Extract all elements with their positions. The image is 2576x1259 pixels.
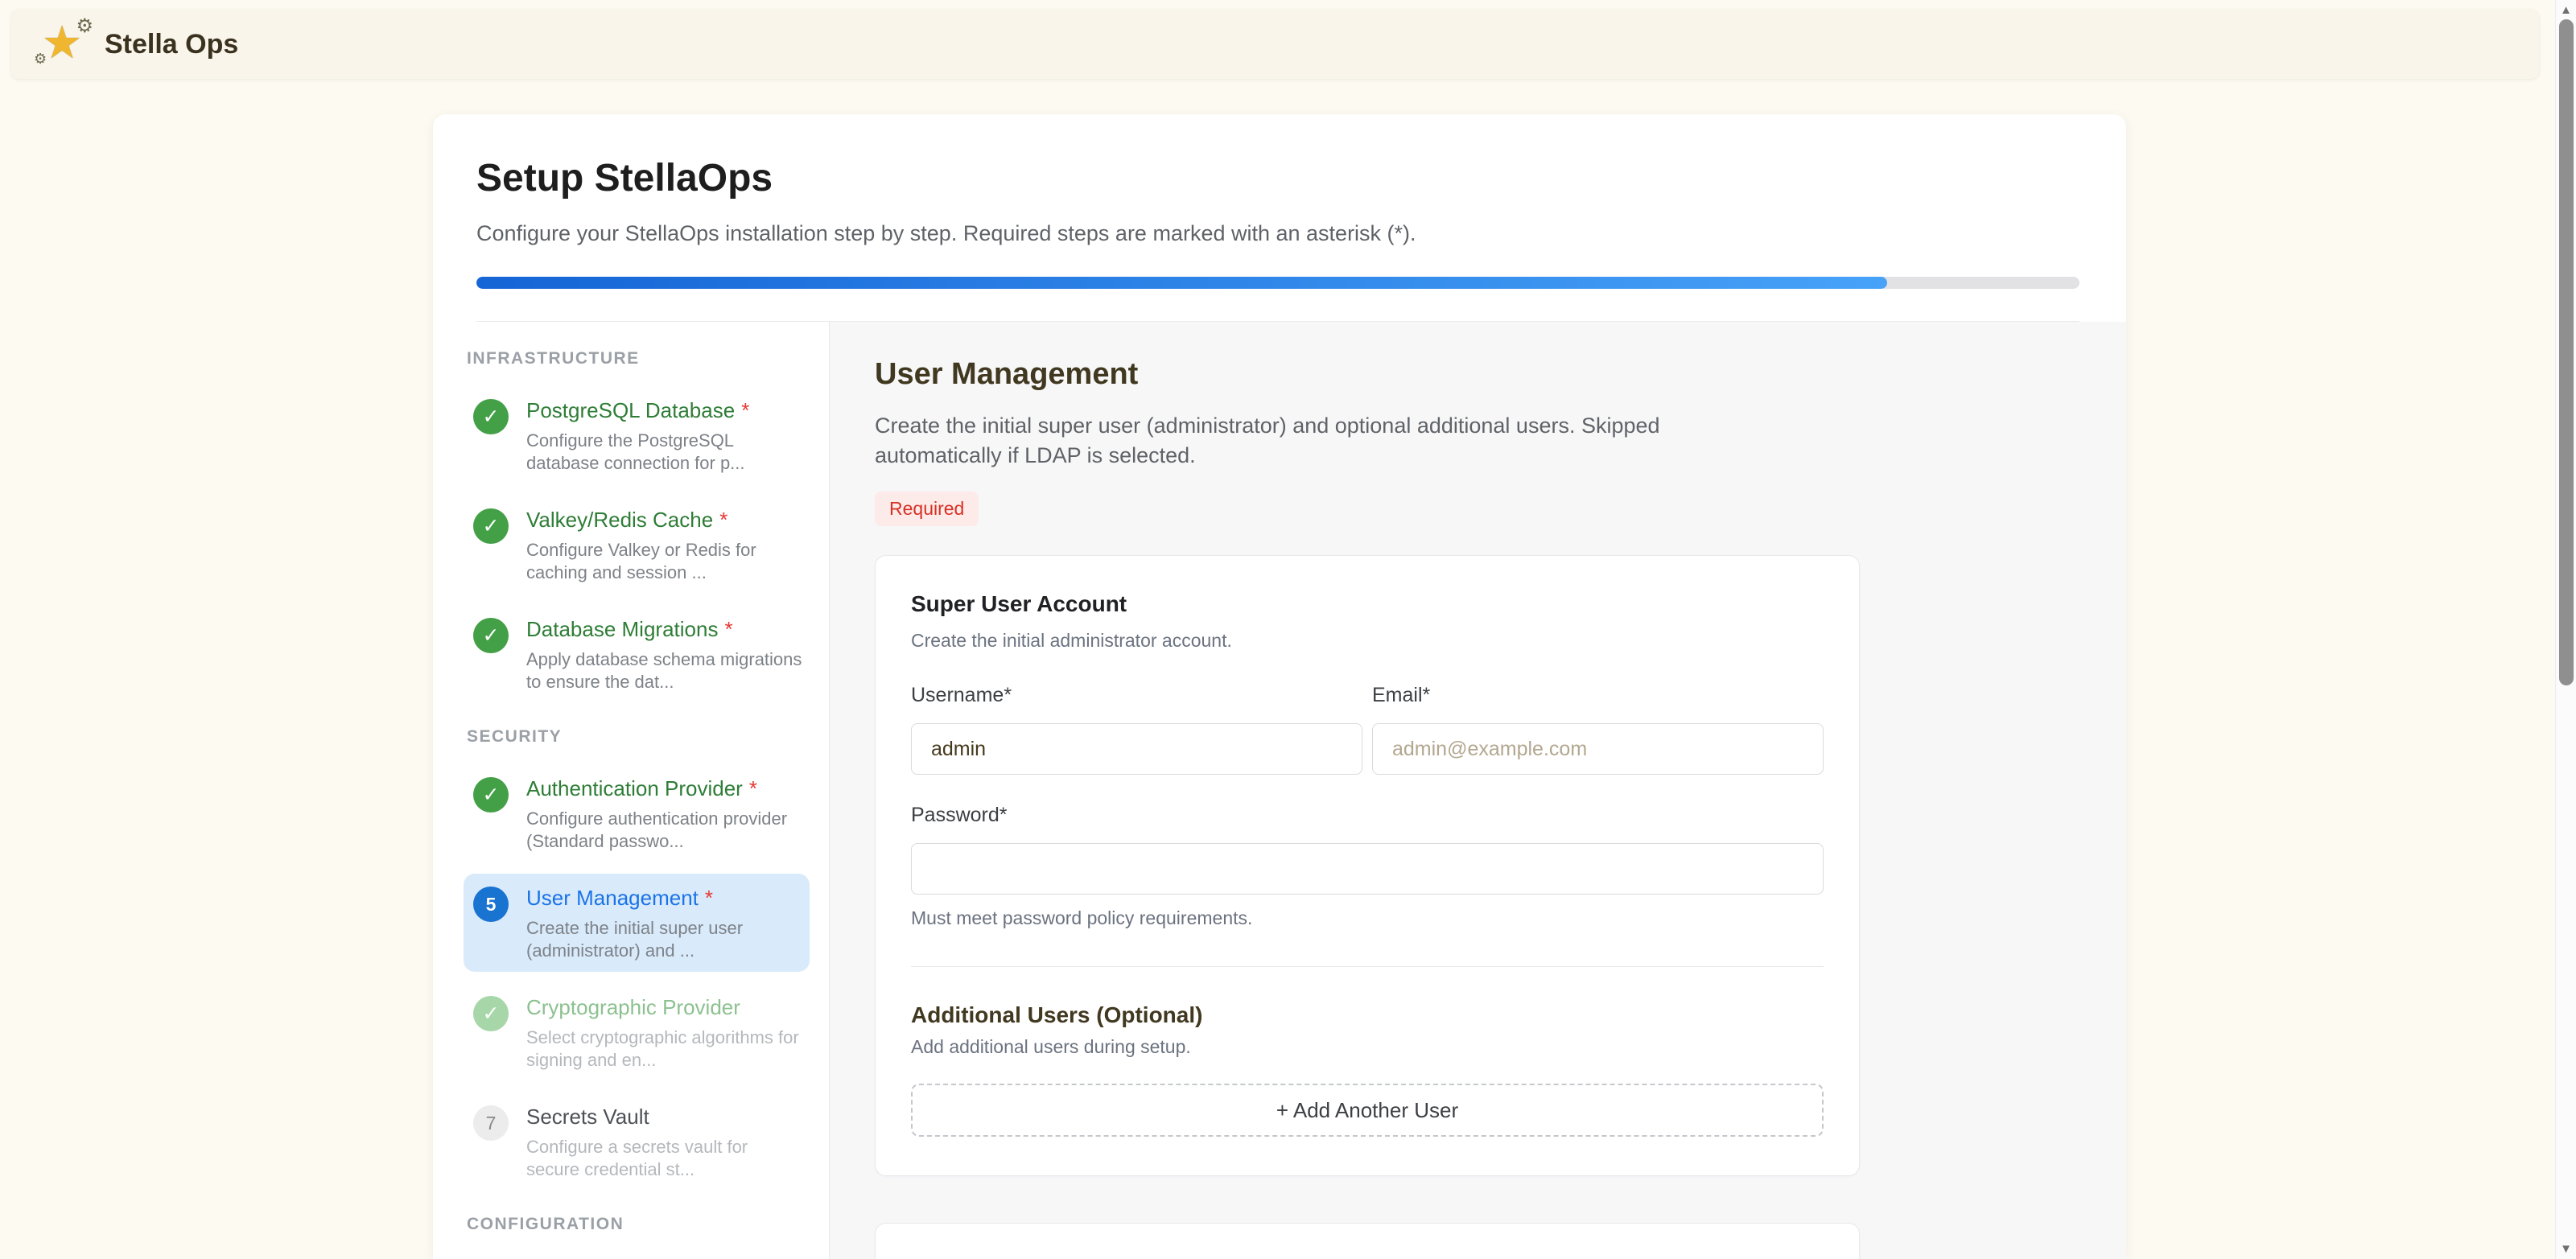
card-subtitle: Create the initial administrator account…	[911, 630, 1824, 652]
page-subtitle: Configure your StellaOps installation st…	[476, 221, 2079, 246]
password-label: Password*	[911, 804, 1824, 827]
step-title: Valkey/Redis Cache*	[526, 508, 804, 533]
progress-fill	[476, 277, 1887, 289]
username-label: Username*	[911, 684, 1362, 707]
step-title: User Management*	[526, 886, 804, 911]
section-label-infrastructure: INFRASTRUCTURE	[467, 349, 810, 368]
username-input[interactable]	[911, 723, 1362, 775]
stellaops-logo-icon: ⚙ ⚙ ★	[40, 19, 90, 69]
section-label-configuration: CONFIGURATION	[467, 1215, 810, 1234]
step-number-badge: 5	[473, 887, 509, 922]
step-description: Configure authentication provider (Stand…	[526, 808, 804, 853]
scroll-down-arrow-icon[interactable]: ▼	[2556, 1242, 2576, 1256]
steps-sidebar: INFRASTRUCTURE ✓ PostgreSQL Database* Co…	[433, 322, 830, 1259]
step-title: PostgreSQL Database*	[526, 398, 804, 423]
additional-users-subtitle: Add additional users during setup.	[911, 1036, 1824, 1058]
step-description: Configure Valkey or Redis for caching an…	[526, 539, 804, 584]
step-content-pane: User Management Create the initial super…	[830, 322, 2126, 1259]
check-circle-icon: ✓	[473, 508, 509, 544]
step-title: Cryptographic Provider	[526, 995, 804, 1020]
required-asterisk: *	[719, 508, 727, 532]
section-label-security: SECURITY	[467, 727, 810, 747]
required-badge: Required	[875, 492, 979, 526]
card-title: Super User Account	[911, 591, 1824, 617]
scroll-up-arrow-icon[interactable]: ▲	[2556, 3, 2576, 17]
sidebar-item-valkey-redis-cache[interactable]: ✓ Valkey/Redis Cache* Configure Valkey o…	[464, 496, 810, 594]
step-description: Apply database schema migrations to ensu…	[526, 648, 804, 693]
step-description: Create the initial super user (administr…	[526, 917, 804, 962]
password-helper-text: Must meet password policy requirements.	[911, 907, 1824, 929]
email-input[interactable]	[1372, 723, 1824, 775]
step-title: Authentication Provider*	[526, 776, 804, 801]
step-heading: User Management	[875, 357, 2126, 392]
additional-users-heading: Additional Users (Optional)	[911, 1002, 1824, 1028]
required-asterisk: *	[741, 398, 749, 422]
required-asterisk: *	[724, 617, 732, 641]
setup-progress-bar	[476, 277, 2079, 289]
sidebar-item-cryptographic-provider[interactable]: ✓ Cryptographic Provider Select cryptogr…	[464, 983, 810, 1081]
super-user-account-card: Super User Account Create the initial ad…	[875, 555, 1860, 1176]
brand-title: Stella Ops	[105, 29, 238, 60]
password-input[interactable]	[911, 843, 1824, 895]
sidebar-item-postgresql-database[interactable]: ✓ PostgreSQL Database* Configure the Pos…	[464, 386, 810, 484]
step-number-badge: 7	[473, 1105, 509, 1141]
check-circle-icon: ✓	[473, 996, 509, 1031]
required-asterisk: *	[749, 776, 757, 800]
email-label: Email*	[1372, 684, 1824, 707]
validation-checks-title: Validation Checks	[911, 1256, 1824, 1259]
vertical-scrollbar: ▲ ▼	[2555, 0, 2576, 1259]
scrollbar-thumb[interactable]	[2559, 19, 2574, 685]
sidebar-item-user-management[interactable]: 5 User Management* Create the initial su…	[464, 874, 810, 972]
validation-checks-card: Validation Checks connectivity Check pas…	[875, 1223, 1860, 1259]
sidebar-item-authentication-provider[interactable]: ✓ Authentication Provider* Configure aut…	[464, 764, 810, 862]
page-title: Setup StellaOps	[476, 156, 2079, 200]
star-icon: ★	[42, 18, 82, 68]
step-title: Secrets Vault	[526, 1105, 804, 1129]
step-description: Configure a secrets vault for secure cre…	[526, 1136, 804, 1181]
check-circle-icon: ✓	[473, 618, 509, 653]
check-circle-icon: ✓	[473, 777, 509, 813]
step-description: Configure the PostgreSQL database connec…	[526, 430, 804, 475]
sidebar-item-secrets-vault[interactable]: 7 Secrets Vault Configure a secrets vaul…	[464, 1092, 810, 1191]
add-another-user-button[interactable]: + Add Another User	[911, 1084, 1824, 1137]
step-description: Select cryptographic algorithms for sign…	[526, 1027, 804, 1072]
step-title: Database Migrations*	[526, 617, 804, 642]
card-divider	[911, 966, 1824, 967]
wizard-header: Setup StellaOps Configure your StellaOps…	[433, 114, 2126, 322]
sidebar-item-database-migrations[interactable]: ✓ Database Migrations* Apply database sc…	[464, 605, 810, 703]
top-app-bar: ⚙ ⚙ ★ Stella Ops	[11, 10, 2539, 79]
setup-wizard-card: Setup StellaOps Configure your StellaOps…	[433, 114, 2126, 1259]
check-circle-icon: ✓	[473, 399, 509, 434]
required-asterisk: *	[705, 886, 713, 910]
step-description-text: Create the initial super user (administr…	[875, 411, 1776, 471]
